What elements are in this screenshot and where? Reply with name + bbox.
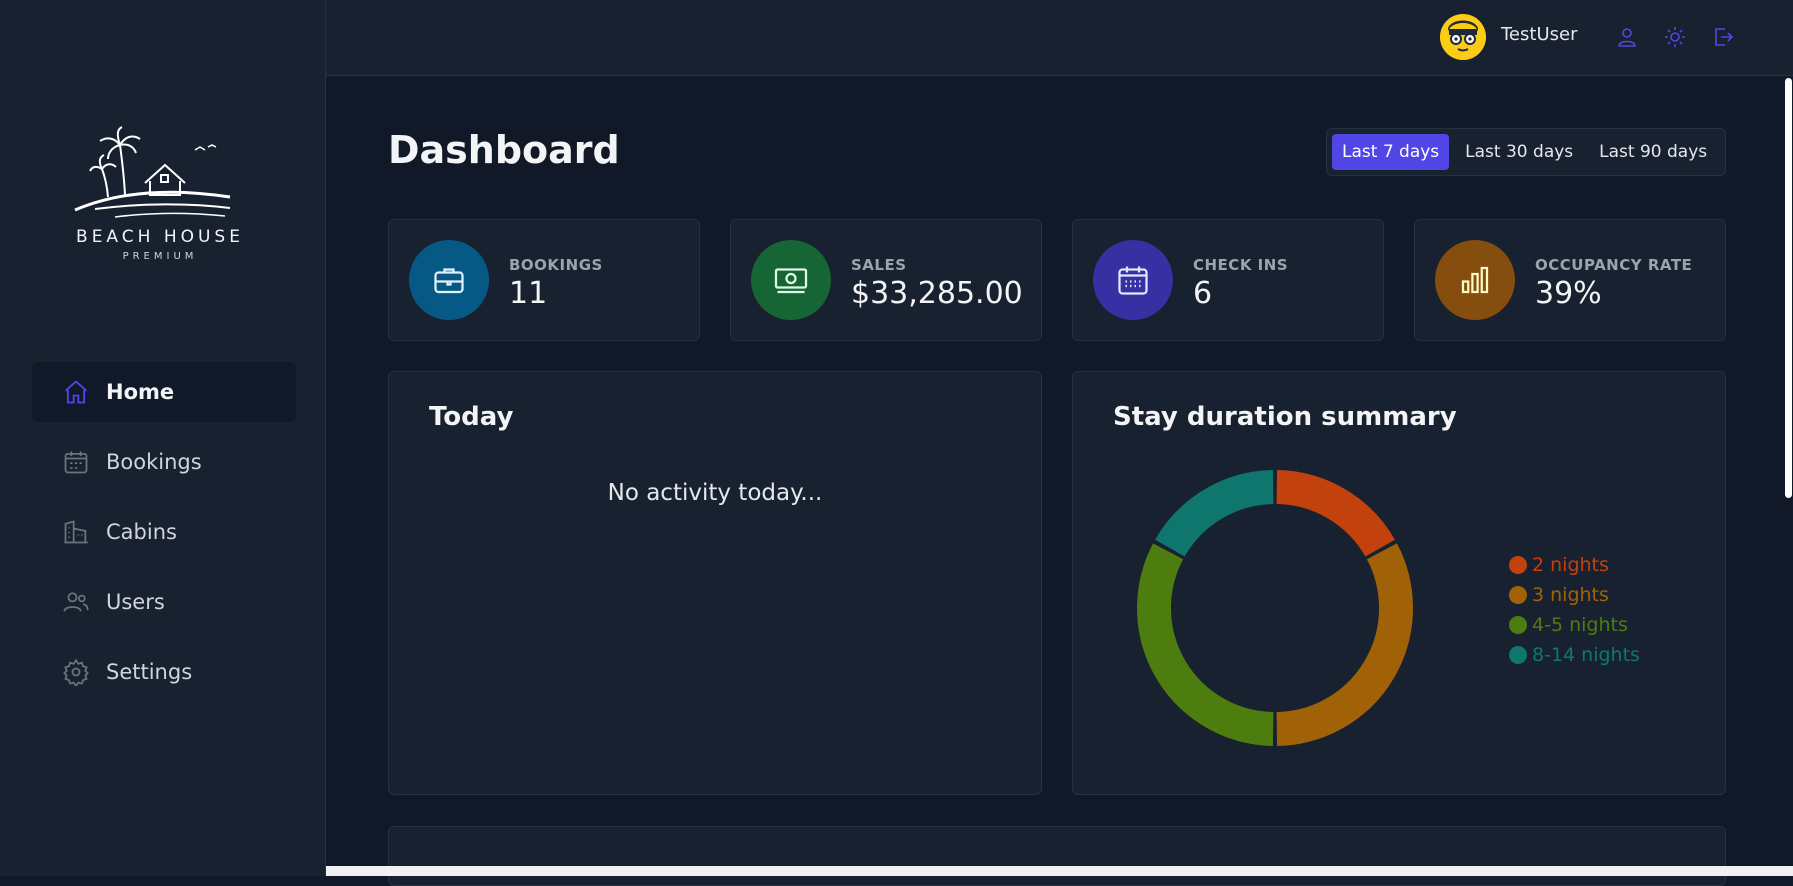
- calendar-days-icon: [1093, 240, 1173, 320]
- filter-last-30-days[interactable]: Last 30 days: [1455, 134, 1583, 170]
- legend-label: 4-5 nights: [1532, 614, 1628, 636]
- donut-slice-2-nights[interactable]: [1276, 470, 1395, 557]
- donut-slice-3-nights[interactable]: [1276, 543, 1413, 746]
- sidebar: BEACH HOUSE PREMIUM Home Bookings Cabins: [0, 0, 326, 876]
- horizontal-scrollbar[interactable]: [326, 866, 1793, 876]
- stat-label: BOOKINGS: [509, 256, 603, 274]
- stat-label: SALES: [851, 256, 907, 274]
- stat-occupancy-rate: OCCUPANCY RATE 39%: [1414, 219, 1726, 341]
- brand-name: BEACH HOUSE: [76, 227, 244, 247]
- sun-icon: [1665, 27, 1685, 47]
- building-icon: [62, 518, 90, 546]
- stay-duration-title: Stay duration summary: [1113, 402, 1457, 432]
- avatar[interactable]: [1440, 14, 1486, 60]
- page-title: Dashboard: [388, 128, 620, 172]
- sidebar-item-users[interactable]: Users: [32, 572, 296, 632]
- user-icon: [1618, 28, 1636, 47]
- bottom-panel: [388, 826, 1726, 886]
- logout-button[interactable]: [1708, 22, 1738, 52]
- vertical-scrollbar[interactable]: [1784, 76, 1793, 866]
- legend-label: 3 nights: [1532, 584, 1609, 606]
- account-button[interactable]: [1612, 22, 1642, 52]
- filter-last-90-days[interactable]: Last 90 days: [1589, 134, 1717, 170]
- stat-value: $33,285.00: [851, 276, 1023, 311]
- theme-toggle-button[interactable]: [1660, 22, 1690, 52]
- avatar-face-icon: [1440, 14, 1486, 60]
- donut-slice-8-14-nights[interactable]: [1155, 470, 1274, 557]
- legend-label: 8-14 nights: [1532, 644, 1640, 666]
- legend-item: 4-5 nights: [1509, 610, 1640, 640]
- sidebar-nav: Home Bookings Cabins Users Settings: [32, 362, 296, 712]
- legend-swatch: [1509, 556, 1527, 574]
- sidebar-item-cabins[interactable]: Cabins: [32, 502, 296, 562]
- chart-legend: 2 nights 3 nights 4-5 nights 8-14 nights: [1509, 550, 1640, 670]
- calendar-icon: [62, 448, 90, 476]
- donut-slice-4-5-nights[interactable]: [1137, 543, 1274, 746]
- stat-bookings: BOOKINGS 11: [388, 219, 700, 341]
- stat-sales: SALES $33,285.00: [730, 219, 1042, 341]
- sidebar-item-label: Bookings: [106, 450, 202, 474]
- users-icon: [62, 588, 90, 616]
- sidebar-item-home[interactable]: Home: [32, 362, 296, 422]
- brand-tagline: PREMIUM: [122, 251, 198, 262]
- stay-duration-panel: Stay duration summary 2 nights 3 nights 4-…: [1072, 371, 1726, 795]
- stat-label: OCCUPANCY RATE: [1535, 256, 1693, 274]
- top-header: TestUser: [326, 0, 1793, 76]
- legend-swatch: [1509, 616, 1527, 634]
- legend-label: 2 nights: [1532, 554, 1609, 576]
- stay-duration-donut-chart: [1137, 470, 1413, 746]
- stat-value: 39%: [1535, 276, 1602, 311]
- main-content: Dashboard Last 7 days Last 30 days Last …: [326, 76, 1793, 886]
- today-panel: Today No activity today...: [388, 371, 1042, 795]
- stat-value: 6: [1193, 276, 1213, 311]
- scrollbar-thumb[interactable]: [1785, 78, 1792, 498]
- no-activity-text: No activity today...: [607, 480, 823, 506]
- briefcase-icon: [409, 240, 489, 320]
- stat-check-ins: CHECK INS 6: [1072, 219, 1384, 341]
- date-filter: Last 7 days Last 30 days Last 90 days: [1326, 128, 1726, 176]
- chart-bar-icon: [1435, 240, 1515, 320]
- today-title: Today: [429, 402, 514, 432]
- sidebar-item-bookings[interactable]: Bookings: [32, 432, 296, 492]
- sidebar-item-label: Settings: [106, 660, 193, 684]
- sidebar-item-settings[interactable]: Settings: [32, 642, 296, 702]
- legend-swatch: [1509, 586, 1527, 604]
- home-icon: [62, 378, 90, 406]
- banknotes-icon: [751, 240, 831, 320]
- sidebar-item-label: Cabins: [106, 520, 177, 544]
- stat-label: CHECK INS: [1193, 256, 1289, 274]
- legend-item: 8-14 nights: [1509, 640, 1640, 670]
- gear-icon: [62, 658, 90, 686]
- stat-value: 11: [509, 276, 548, 311]
- legend-item: 3 nights: [1509, 580, 1640, 610]
- sidebar-item-label: Users: [106, 590, 165, 614]
- legend-swatch: [1509, 646, 1527, 664]
- logout-icon: [1715, 28, 1734, 46]
- logo: BEACH HOUSE PREMIUM: [70, 125, 260, 265]
- sidebar-item-label: Home: [106, 380, 175, 404]
- username: TestUser: [1501, 24, 1578, 45]
- filter-last-7-days[interactable]: Last 7 days: [1332, 134, 1450, 170]
- legend-item: 2 nights: [1509, 550, 1640, 580]
